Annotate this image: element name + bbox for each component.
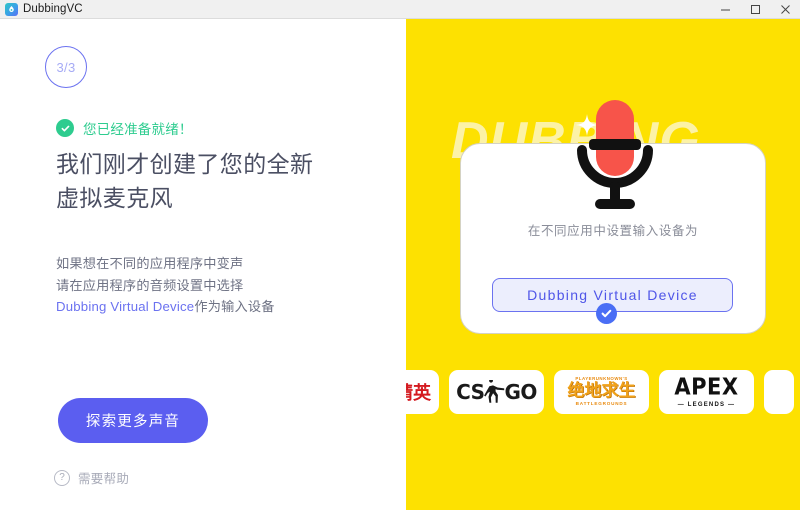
left-panel: 3/3 您已经准备就绪！ 我们刚才创建了您的全新 虚拟麦克风 如果想在不同的应用… xyxy=(0,19,406,510)
logo-pubg-mid: 绝地求生 xyxy=(567,381,636,402)
card-caption: 在不同应用中设置输入设备为 xyxy=(527,224,699,238)
right-panel: DUBBING 在不同应用中设置输入设备为 Dubbing Virtual De… xyxy=(406,19,800,510)
app-window: DubbingVC 3/3 您已经准备就绪！ 我们刚才创建了您的全新 虚拟麦克风 xyxy=(0,0,800,510)
supported-games-carousel[interactable]: 精英 CS GO PLAYERUNKNOWN'S 绝地求生 xyxy=(406,366,800,418)
instructions-line-1: 如果想在不同的应用程序中变声 xyxy=(56,256,244,271)
logo-apex-title: APEX xyxy=(674,373,739,400)
step-badge: 3/3 xyxy=(45,46,87,88)
logo-next-partial[interactable] xyxy=(764,370,794,414)
logo-csgo-text-right: GO xyxy=(504,380,538,404)
logo-csgo-mark: CS GO xyxy=(456,380,537,404)
need-help-label: 需要帮助 xyxy=(78,472,130,486)
logo-apex-mark: APEX — LEGENDS — xyxy=(674,373,739,408)
question-mark-icon: ? xyxy=(54,469,70,486)
close-icon[interactable] xyxy=(770,0,800,19)
explore-more-voices-button[interactable]: 探索更多声音 xyxy=(58,398,208,443)
instructions-line-3-rest: 作为输入设备 xyxy=(194,299,275,314)
check-circle-icon xyxy=(56,119,74,137)
ready-status: 您已经准备就绪！ xyxy=(56,118,193,138)
instructions-line-2: 请在应用程序的音频设置中选择 xyxy=(56,277,244,293)
dubbing-droplet-icon xyxy=(5,2,18,16)
maximize-icon[interactable] xyxy=(740,0,770,19)
logo-apex-sub: — LEGENDS — xyxy=(677,401,736,408)
page-title-line2: 虚拟麦克风 xyxy=(56,185,173,211)
minimize-icon[interactable] xyxy=(710,0,740,19)
logo-pubg-bottom: BATTLEGROUNDS xyxy=(575,401,628,407)
need-help-link[interactable]: ? 需要帮助 xyxy=(54,468,129,487)
ready-status-label: 您已经准备就绪！ xyxy=(83,122,193,137)
instructions-text: 如果想在不同的应用程序中变声 请在应用程序的音频设置中选择 Dubbing Vi… xyxy=(56,253,376,318)
title-bar: DubbingVC xyxy=(0,0,800,19)
logo-pubg[interactable]: PLAYERUNKNOWN'S 绝地求生 BATTLEGROUNDS xyxy=(554,370,649,414)
instructions-line-3: Dubbing Virtual Device作为输入设备 xyxy=(56,296,376,318)
logo-csgo-text-left: CS xyxy=(456,380,485,404)
logo-csgo[interactable]: CS GO xyxy=(449,370,544,414)
page-title-line1: 我们刚才创建了您的全新 xyxy=(56,151,314,177)
logo-apex[interactable]: APEX — LEGENDS — xyxy=(659,370,754,414)
page-title: 我们刚才创建了您的全新 虚拟麦克风 xyxy=(56,147,376,215)
logo-cn-partial[interactable]: 精英 xyxy=(406,370,439,414)
virtual-device-link[interactable]: Dubbing Virtual Device xyxy=(56,299,194,314)
logo-cn-partial-text: 精英 xyxy=(406,383,431,404)
logo-pubg-mark: PLAYERUNKNOWN'S 绝地求生 BATTLEGROUNDS xyxy=(567,376,636,407)
microphone-icon xyxy=(567,98,663,214)
window-title: DubbingVC xyxy=(23,3,83,15)
device-selected-check-icon xyxy=(596,303,617,324)
soldier-icon xyxy=(483,380,506,404)
